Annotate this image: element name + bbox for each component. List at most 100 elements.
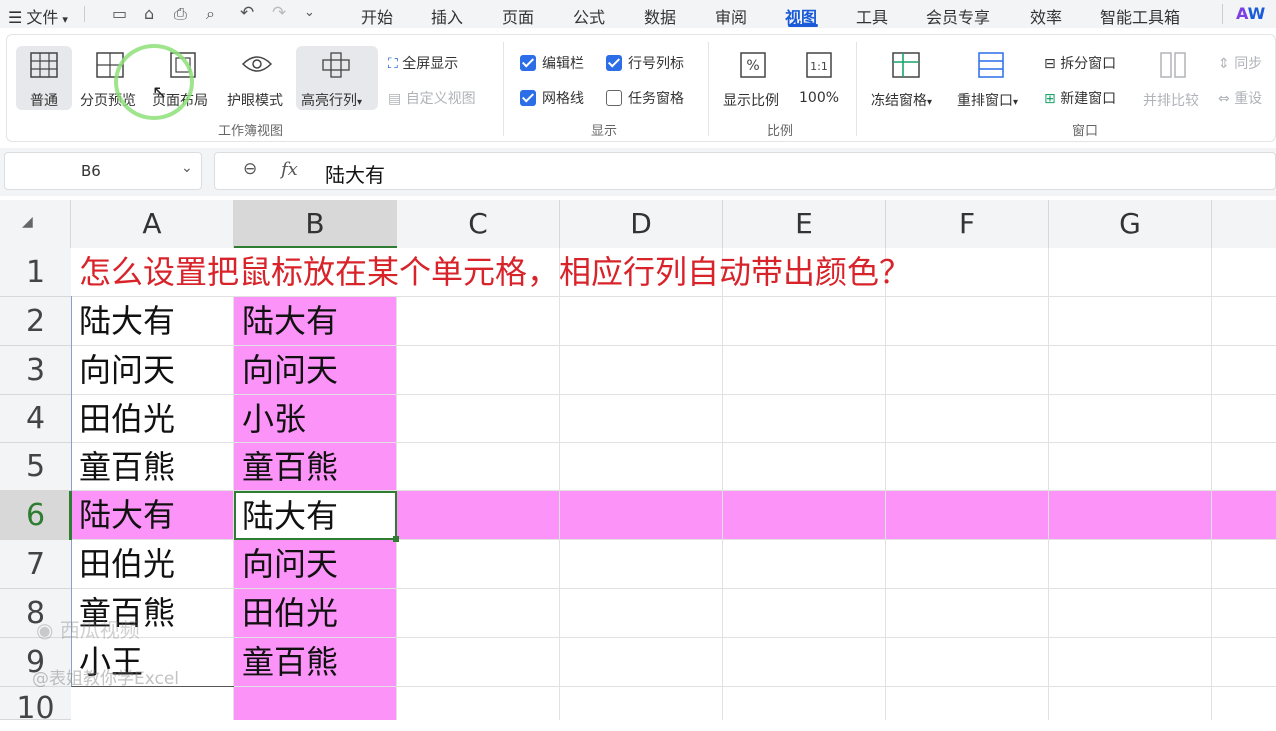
gridline — [1048, 248, 1049, 720]
column-header-e[interactable]: E — [723, 200, 886, 248]
split-window-icon: ⊟ — [1044, 56, 1056, 72]
task-pane-checkbox[interactable]: 任务窗格 — [606, 88, 684, 108]
row-header-1[interactable]: 1 — [0, 248, 71, 297]
sheet-title-cell[interactable]: 怎么设置把鼠标放在某个单元格，相应行列自动带出颜色？ — [71, 248, 911, 296]
new-window-button[interactable]: ⊞ 新建窗口 — [1044, 88, 1116, 108]
split-window-button[interactable]: ⊟ 拆分窗口 — [1044, 53, 1116, 73]
chevron-down-icon[interactable]: ⌄ — [181, 160, 193, 176]
formula-bar-checkbox[interactable]: 编辑栏 — [520, 53, 584, 73]
file-menu[interactable]: ☰ 文件 ▾ — [8, 4, 68, 28]
row-header-3[interactable]: 3 — [0, 346, 71, 395]
print-icon[interactable]: ⎙ — [174, 4, 187, 24]
column-header-more[interactable] — [1212, 200, 1276, 248]
tab-page[interactable]: 页面 — [502, 4, 534, 28]
cell-b8[interactable]: 田伯光 — [234, 589, 338, 637]
print-preview-icon[interactable]: ⌕ — [206, 4, 215, 24]
row-header-10[interactable]: 10 — [0, 687, 71, 726]
redo-icon[interactable]: ↷ — [272, 3, 286, 23]
cell-a6[interactable]: 陆大有 — [71, 491, 175, 539]
custom-view-icon: ▤ — [388, 91, 402, 107]
menu-bar: ☰ 文件 ▾ ▭ ⌂ ⎙ ⌕ ↶ ↷ ⌄ 开始 插入 页面 公式 数据 审阅 视图 … — [0, 0, 1276, 28]
cell-b9[interactable]: 童百熊 — [234, 638, 338, 686]
cell-b5[interactable]: 童百熊 — [234, 443, 338, 491]
svg-text:1:1: 1:1 — [810, 60, 828, 73]
highlight-row-col-button[interactable]: 高亮行列▾ — [296, 46, 378, 110]
tab-efficiency[interactable]: 效率 — [1030, 4, 1062, 28]
reset-position-button[interactable]: ⇔ 重设 — [1218, 88, 1262, 108]
eye-protection-button[interactable]: 护眼模式 — [224, 46, 290, 110]
tab-data[interactable]: 数据 — [644, 4, 676, 28]
cell-b4[interactable]: 小张 — [234, 395, 306, 443]
cell-b6-selected[interactable]: 陆大有 — [234, 491, 397, 540]
side-by-side-button[interactable]: 并排比较 — [1140, 46, 1206, 110]
zoom-button[interactable]: % 显示比例 — [720, 46, 786, 110]
cell-a2[interactable]: 陆大有 — [71, 297, 175, 345]
menu-hamburger-icon: ☰ — [8, 8, 23, 27]
zoom-search-icon[interactable]: ⊖ — [243, 159, 257, 179]
active-tab-indicator — [788, 24, 818, 27]
column-header-f[interactable]: F — [886, 200, 1049, 248]
tab-formula[interactable]: 公式 — [573, 4, 605, 28]
chevron-down-icon: ▾ — [357, 97, 363, 108]
zoom-100-button[interactable]: 1:1 100% — [794, 46, 844, 110]
group-divider — [708, 42, 709, 136]
undo-icon[interactable]: ↶ — [240, 3, 254, 23]
column-header-a[interactable]: A — [71, 200, 234, 248]
cell-a7[interactable]: 田伯光 — [71, 540, 175, 588]
row-header-2[interactable]: 2 — [0, 297, 71, 346]
sync-scroll-button[interactable]: ⇕ 同步 — [1218, 53, 1262, 73]
gridline — [1211, 248, 1212, 720]
cell-a5[interactable]: 童百熊 — [71, 443, 175, 491]
function-icon[interactable]: fx — [281, 159, 298, 180]
tab-home[interactable]: 开始 — [361, 4, 393, 28]
full-screen-button[interactable]: ⛶ 全屏显示 — [388, 53, 458, 73]
row-header-4[interactable]: 4 — [0, 395, 71, 443]
cell-b3[interactable]: 向问天 — [234, 346, 338, 394]
formula-input[interactable]: ⊖ fx 陆大有 — [214, 152, 1276, 190]
column-header-b[interactable]: B — [234, 200, 397, 248]
svg-text:%: % — [746, 58, 759, 74]
expand-icon: ⛶ — [388, 56, 398, 72]
select-all-corner[interactable]: ◢ — [0, 200, 71, 248]
save-icon[interactable]: ▭ — [112, 4, 127, 23]
tab-member[interactable]: 会员专享 — [926, 4, 990, 28]
normal-view-button[interactable]: 普通 — [16, 46, 72, 110]
new-window-icon: ⊞ — [1044, 91, 1056, 107]
grid-icon — [30, 52, 58, 78]
column-header-d[interactable]: D — [560, 200, 723, 248]
group-divider — [503, 42, 504, 136]
row-header-7[interactable]: 7 — [0, 540, 71, 589]
tab-smart-toolbox[interactable]: 智能工具箱 — [1100, 4, 1180, 28]
custom-view-button[interactable]: ▤ 自定义视图 — [388, 88, 476, 108]
ai-assistant-button[interactable]: AW — [1236, 4, 1265, 23]
name-box[interactable]: B6 ⌄ — [4, 152, 202, 190]
row-header-5[interactable]: 5 — [0, 443, 71, 491]
quick-access-more-icon[interactable]: ⌄ — [304, 5, 315, 20]
tab-insert[interactable]: 插入 — [431, 4, 463, 28]
cell-b2[interactable]: 陆大有 — [234, 297, 338, 345]
freeze-panes-button[interactable]: 冻结窗格▾ — [868, 46, 944, 110]
divider — [1222, 4, 1223, 24]
group-divider — [856, 42, 857, 136]
tab-review[interactable]: 审阅 — [715, 4, 747, 28]
group-label-workbook-view: 工作簿视图 — [218, 124, 284, 139]
tab-tools[interactable]: 工具 — [856, 4, 888, 28]
freeze-panes-icon — [892, 52, 920, 78]
format-painter-icon[interactable]: ⌂ — [144, 4, 154, 23]
arrange-all-button[interactable]: 重排窗口▾ — [954, 46, 1030, 110]
column-header-g[interactable]: G — [1049, 200, 1212, 248]
group-label-window: 窗口 — [1072, 124, 1099, 139]
cell-b7[interactable]: 向问天 — [234, 540, 338, 588]
fill-handle[interactable] — [393, 536, 399, 542]
headings-checkbox[interactable]: 行号列标 — [606, 53, 684, 73]
cell-a3[interactable]: 向问天 — [71, 346, 175, 394]
chevron-down-icon: ▾ — [62, 13, 68, 26]
reset-position-icon: ⇔ — [1218, 91, 1230, 107]
checkbox-unchecked-icon — [606, 90, 622, 106]
checkbox-checked-icon — [606, 55, 622, 71]
column-header-c[interactable]: C — [397, 200, 560, 248]
row-header-6[interactable]: 6 — [0, 491, 71, 540]
gridlines-checkbox[interactable]: 网格线 — [520, 88, 584, 108]
formula-content: 陆大有 — [325, 163, 385, 187]
cell-a4[interactable]: 田伯光 — [71, 395, 175, 443]
